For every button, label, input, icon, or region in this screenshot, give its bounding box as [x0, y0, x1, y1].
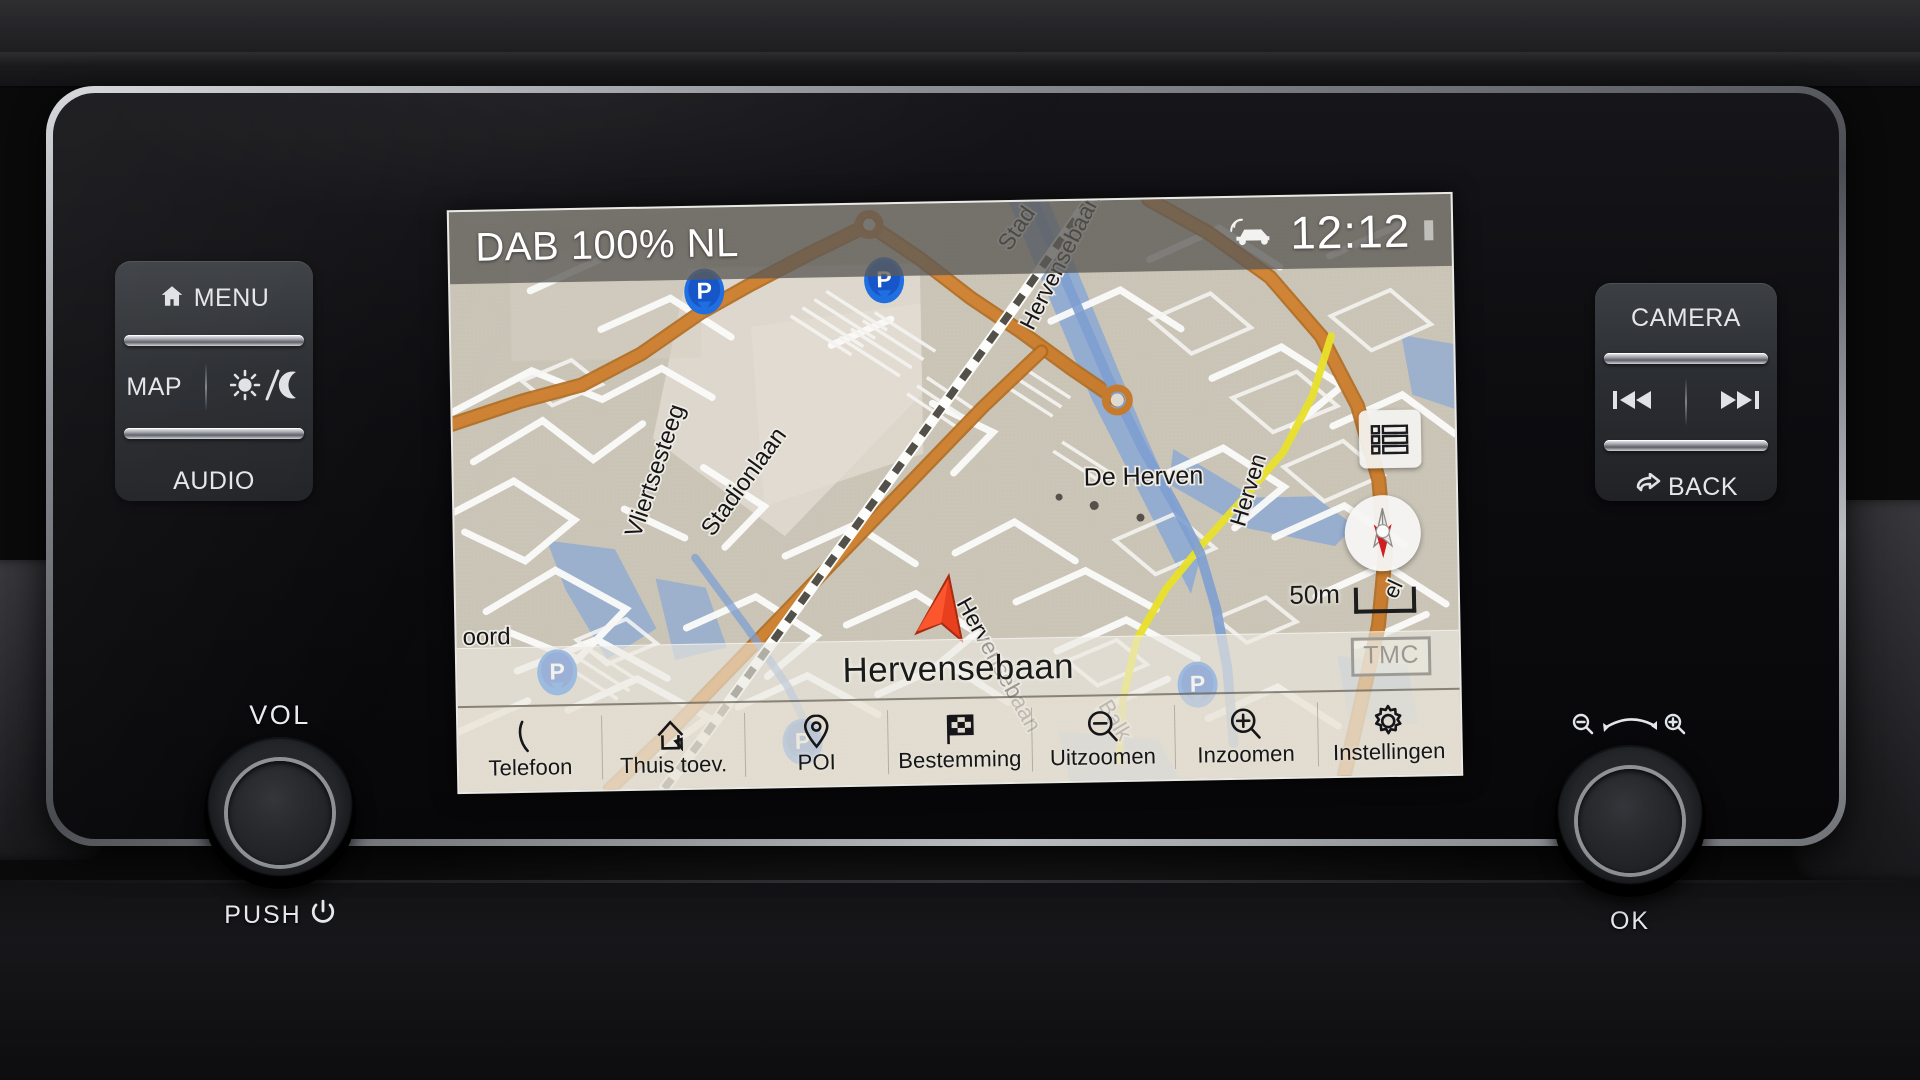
- radio-source-label: DAB 100% NL: [475, 220, 740, 270]
- compass-icon[interactable]: [1344, 494, 1422, 572]
- track-skip-row: [1595, 364, 1777, 440]
- clock: 12:12: [1289, 204, 1411, 259]
- menu-item-poi[interactable]: POI: [744, 700, 889, 787]
- navigation-display[interactable]: VliertsesteegStadionlaanStadHervensebaan…: [448, 193, 1462, 793]
- previous-track-icon[interactable]: [1611, 387, 1653, 418]
- menu-item-uitzoomen[interactable]: Uitzoomen: [1030, 695, 1175, 782]
- menu-item-label: Thuis toev.: [619, 750, 728, 778]
- home-icon: [159, 283, 185, 314]
- ok-knob-label: OK: [1609, 907, 1651, 935]
- map-scale-label: 50m: [1289, 578, 1341, 610]
- button-chrome-separator-2: [124, 428, 304, 439]
- camera-button[interactable]: CAMERA: [1595, 283, 1777, 353]
- menu-button-label: MENU: [193, 283, 270, 312]
- menu-item-label: Inzoomen: [1197, 740, 1296, 768]
- car-dashboard: MENU MAP AUDIO CAMERA BACK Vliertsesteeg…: [0, 0, 1920, 1080]
- rotation-arrow-icon: [1601, 714, 1659, 739]
- menu-item-inzoomen[interactable]: Inzoomen: [1173, 692, 1318, 779]
- map-scale-bracket: [1353, 586, 1417, 614]
- car-antenna-icon: [1228, 216, 1277, 252]
- current-street-name: Hervensebaan: [842, 646, 1075, 690]
- button-chrome-separator-4: [1604, 440, 1768, 451]
- map-daynight-row: MAP: [115, 346, 313, 428]
- display-screen-wrapper: VliertsesteegStadionlaanStadHervensebaan…: [448, 193, 1462, 793]
- status-indicator-tick: [1424, 220, 1434, 241]
- row-divider: [204, 363, 207, 411]
- power-icon: [310, 899, 336, 932]
- next-track-icon[interactable]: [1719, 387, 1761, 418]
- menu-item-label: Bestemming: [897, 745, 1022, 773]
- sun-moon-icon[interactable]: [229, 368, 302, 407]
- menu-item-bestemming[interactable]: Bestemming: [887, 698, 1032, 785]
- dashboard-top-trim: [0, 0, 1920, 88]
- button-chrome-separator-1: [124, 335, 304, 346]
- ok-zoom-knob[interactable]: [1554, 745, 1706, 897]
- audio-button[interactable]: AUDIO: [115, 439, 313, 501]
- zoom-rotation-indicator: [1510, 712, 1750, 741]
- ok-zoom-knob-assembly: OK: [1510, 712, 1750, 936]
- home-add-icon: [654, 716, 693, 752]
- audio-button-label: AUDIO: [173, 466, 255, 495]
- menu-item-thuis-toev[interactable]: Thuis toev.: [601, 703, 746, 790]
- status-bar-right: 12:12: [1228, 203, 1434, 261]
- menu-button[interactable]: MENU: [115, 261, 313, 335]
- back-button-label: BACK: [1667, 472, 1739, 501]
- map-button[interactable]: MAP: [126, 373, 182, 402]
- power-push-label-group: PUSH: [160, 899, 400, 932]
- volume-knob[interactable]: [204, 737, 356, 889]
- menu-item-label: Telefoon: [488, 753, 573, 781]
- magnifier-minus-icon: [1085, 709, 1120, 744]
- menu-item-label: Uitzoomen: [1049, 742, 1157, 770]
- menu-item-label: POI: [797, 748, 837, 775]
- volume-knob-assembly: VOL PUSH: [160, 700, 400, 932]
- button-chrome-separator-3: [1604, 353, 1768, 364]
- map-pin-icon: [802, 713, 831, 749]
- phone-icon: [515, 719, 546, 754]
- map-street-label: De Herven: [1083, 461, 1203, 491]
- bottom-menu-bar: Telefoon Thuis toev. POI Bestemming Uitzoome…: [457, 687, 1462, 793]
- magnifier-plus-icon: [1228, 706, 1263, 741]
- row-divider: [1685, 378, 1687, 426]
- gear-icon: [1371, 703, 1406, 738]
- back-arrow-icon: [1634, 472, 1661, 502]
- menu-item-label: Instellingen: [1332, 737, 1446, 765]
- list-view-icon[interactable]: [1358, 409, 1422, 469]
- checkered-flag-icon: [942, 711, 977, 746]
- right-button-cluster: CAMERA BACK: [1595, 283, 1777, 501]
- left-button-cluster: MENU MAP AUDIO: [115, 261, 313, 501]
- back-button[interactable]: BACK: [1595, 451, 1777, 501]
- menu-item-instellingen[interactable]: Instellingen: [1317, 690, 1462, 777]
- camera-button-label: CAMERA: [1631, 303, 1741, 332]
- volume-knob-label: VOL: [249, 700, 311, 730]
- zoom-out-icon: [1571, 712, 1597, 741]
- svg-text:P: P: [696, 277, 712, 303]
- menu-item-telefoon[interactable]: Telefoon: [458, 706, 603, 793]
- push-label: PUSH: [224, 901, 302, 929]
- zoom-in-icon: [1663, 712, 1689, 741]
